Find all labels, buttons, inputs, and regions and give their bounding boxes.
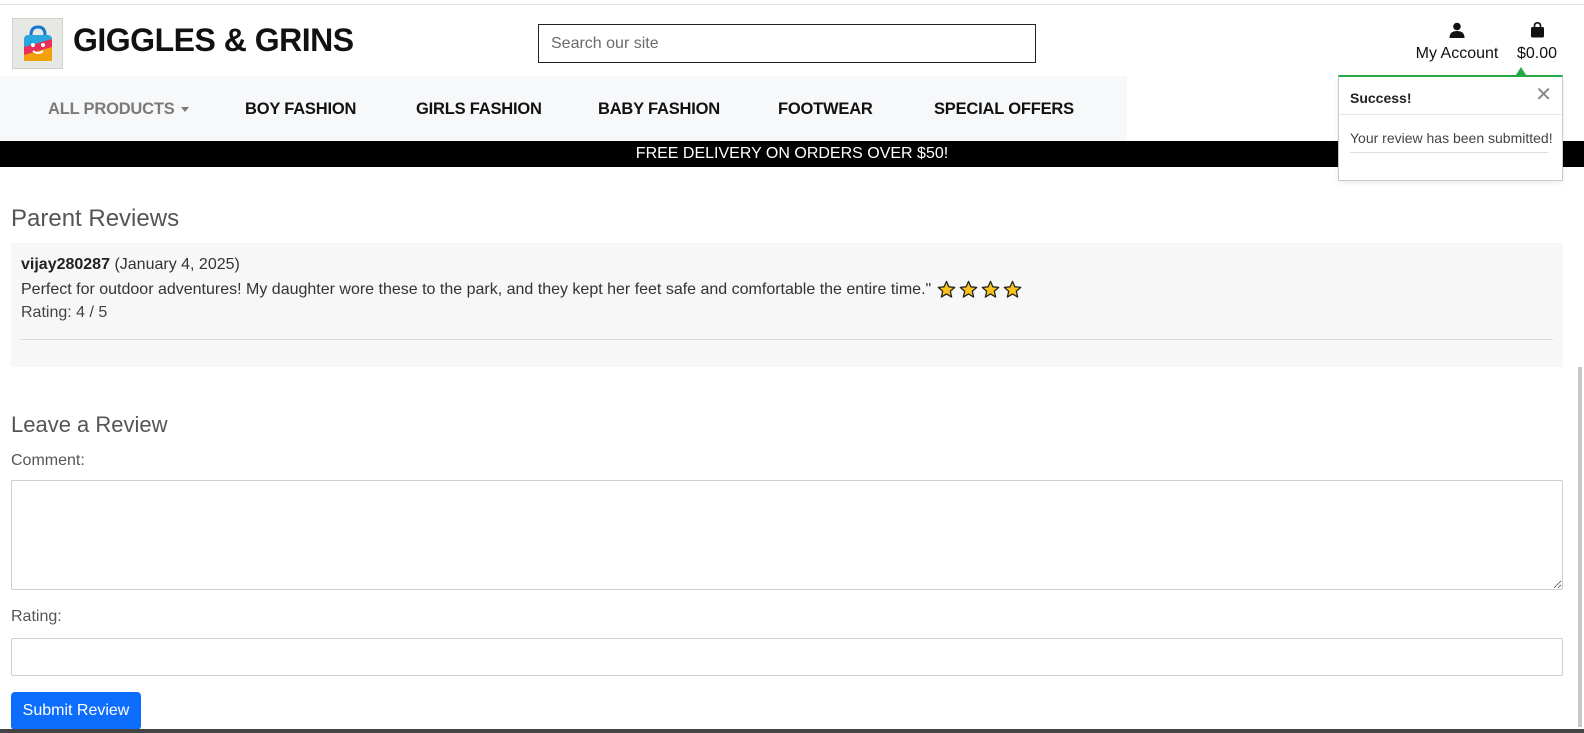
- toast-arrow: [1516, 67, 1526, 75]
- site-logo[interactable]: [12, 18, 63, 69]
- review-stars: [937, 280, 1022, 299]
- close-icon[interactable]: ✕: [1535, 85, 1552, 105]
- review-date: (January 4, 2025): [114, 256, 240, 273]
- user-icon: [1449, 22, 1465, 38]
- submit-review-button[interactable]: Submit Review: [11, 692, 141, 730]
- my-account-label: My Account: [1415, 45, 1499, 62]
- brand-name[interactable]: GIGGLES & GRINS: [73, 22, 354, 59]
- nav-girls-fashion[interactable]: GIRLS FASHION: [416, 100, 542, 119]
- nav-special-offers[interactable]: SPECIAL OFFERS: [934, 100, 1074, 119]
- star-icon: [1003, 280, 1022, 298]
- page-scrollbar[interactable]: [1578, 367, 1582, 727]
- main-navigation: ALL PRODUCTS BOY FASHION GIRLS FASHION B…: [0, 76, 1127, 141]
- star-icon: [959, 280, 978, 298]
- toast-title: Success!: [1350, 90, 1412, 106]
- review-text-row: Perfect for outdoor adventures! My daugh…: [21, 280, 1022, 299]
- nav-all-products-label: ALL PRODUCTS: [48, 100, 175, 118]
- cart-total: $0.00: [1516, 45, 1558, 62]
- toast-message: Your review has been submitted!: [1350, 130, 1553, 146]
- shopping-bag-logo-icon: [23, 24, 52, 61]
- review-meta: vijay280287 (January 4, 2025): [21, 256, 240, 274]
- cart-link[interactable]: $0.00: [1513, 21, 1561, 63]
- review-username: vijay280287: [21, 256, 110, 273]
- bottom-edge: [0, 729, 1584, 733]
- nav-footwear[interactable]: FOOTWEAR: [778, 100, 873, 119]
- review-divider: [21, 339, 1553, 340]
- toast-divider: [1339, 114, 1562, 115]
- top-border: [0, 4, 1584, 5]
- star-icon: [937, 280, 956, 298]
- shopping-bag-icon: [1530, 21, 1544, 38]
- reviews-heading: Parent Reviews: [11, 205, 180, 232]
- success-toast: Success! ✕ Your review has been submitte…: [1338, 75, 1563, 181]
- nav-boy-fashion[interactable]: BOY FASHION: [245, 100, 356, 119]
- search-input[interactable]: [538, 24, 1036, 63]
- star-icon: [981, 280, 1000, 298]
- review-text: Perfect for outdoor adventures! My daugh…: [21, 280, 932, 298]
- nav-baby-fashion[interactable]: BABY FASHION: [598, 100, 720, 119]
- nav-all-products[interactable]: ALL PRODUCTS: [48, 100, 189, 119]
- comment-label: Comment:: [11, 452, 85, 469]
- rating-input[interactable]: [11, 638, 1563, 676]
- comment-textarea[interactable]: [11, 480, 1563, 590]
- my-account-link[interactable]: My Account: [1412, 22, 1502, 63]
- caret-down-icon: [180, 107, 189, 113]
- rating-label: Rating:: [11, 608, 62, 625]
- review-rating: Rating: 4 / 5: [21, 304, 108, 321]
- toast-underline: [1350, 152, 1548, 153]
- review-item: vijay280287 (January 4, 2025) Perfect fo…: [11, 243, 1563, 367]
- leave-review-heading: Leave a Review: [11, 412, 168, 437]
